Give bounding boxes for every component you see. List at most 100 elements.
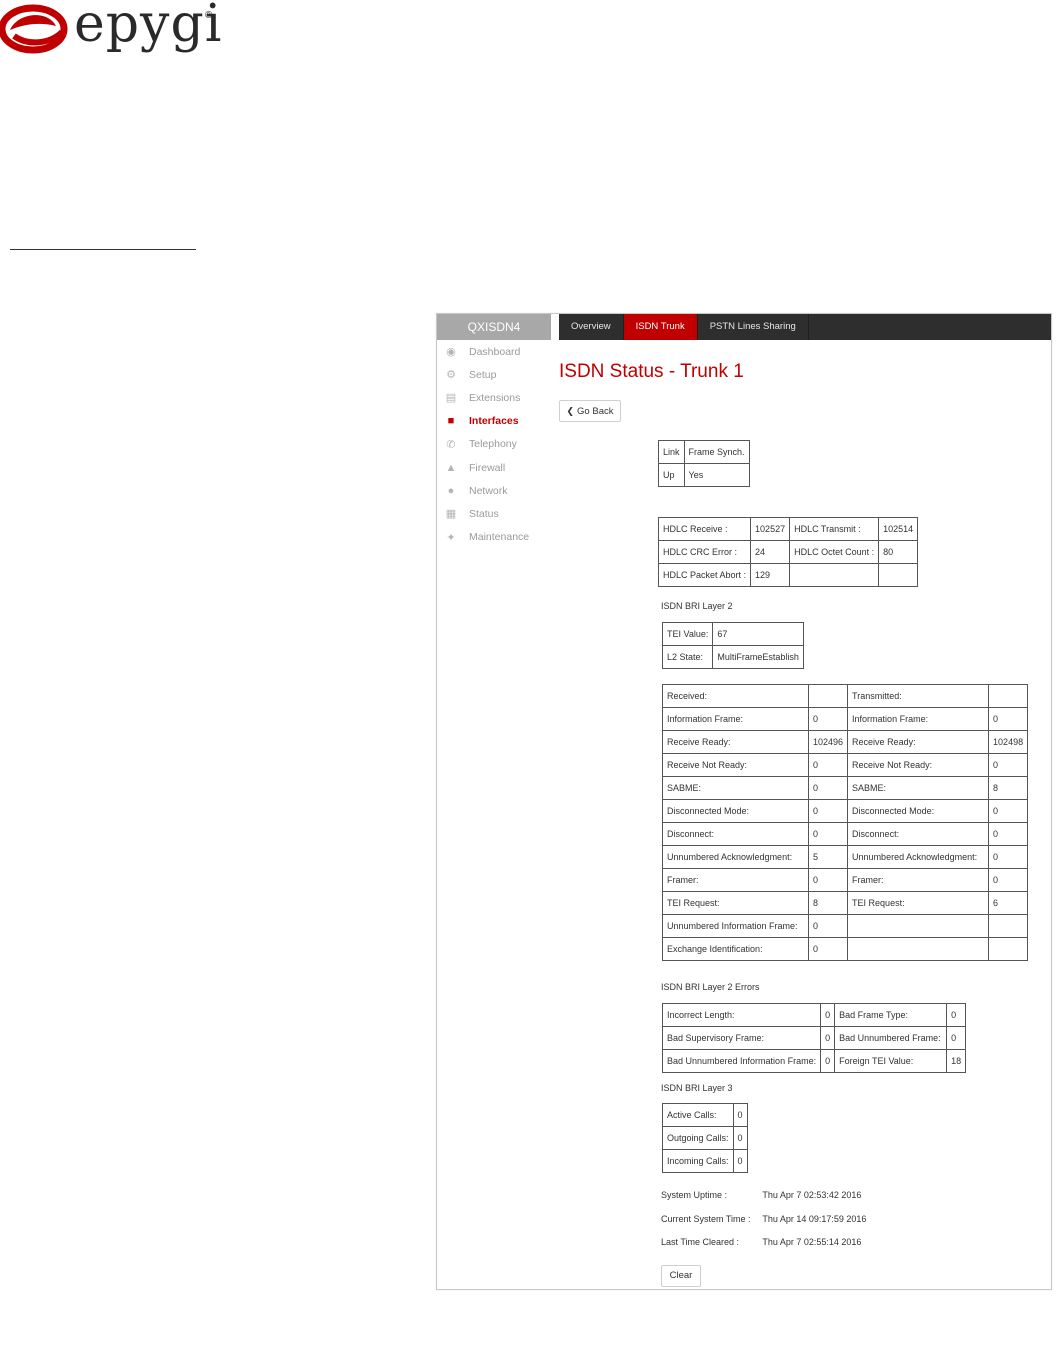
calls-value: 0 [732, 1149, 748, 1173]
transmitted-label: TEI Request: [847, 891, 990, 915]
transmitted-value: 6 [988, 891, 1029, 915]
sidebar-item-firewall[interactable]: ▲ Firewall [437, 456, 559, 479]
sidebar-item-status[interactable]: ▦ Status [437, 502, 559, 525]
table-row: Exchange Identification: 0 [662, 937, 1029, 961]
hdlc-transmit-value: 102514 [878, 517, 919, 541]
last-cleared-row: Last Time Cleared : Thu Apr 7 02:55:14 2… [661, 1237, 861, 1247]
phone-icon: ✆ [446, 438, 456, 451]
table-row: Information Frame: 0 Information Frame: … [662, 707, 1029, 731]
transmitted-value: 0 [988, 707, 1029, 731]
last-cleared-label: Last Time Cleared : [661, 1237, 740, 1247]
layer2-table: TEI Value: 67 L2 State: MultiFrameEstabl… [661, 622, 804, 669]
page-title: ISDN Status - Trunk 1 [559, 361, 744, 382]
go-back-button[interactable]: ❮ Go Back [559, 400, 621, 422]
calls-value: 0 [732, 1103, 748, 1127]
error-value: 0 [820, 1049, 836, 1073]
transmitted-value: 0 [988, 753, 1029, 777]
table-row: Bad Unnumbered Information Frame: 0 Fore… [661, 1049, 967, 1073]
sitemap-icon: ■ [447, 415, 455, 428]
received-value: 0 [807, 937, 849, 961]
tab-pstn-lines-sharing[interactable]: PSTN Lines Sharing [698, 314, 809, 340]
calls-label: Incoming Calls: [662, 1149, 734, 1173]
sidebar-item-interfaces[interactable]: ■ Interfaces [437, 410, 559, 433]
sidebar-item-label: Firewall [469, 461, 506, 474]
transmitted-value: 102498 [988, 730, 1029, 754]
table-row: Outgoing Calls: 0 [662, 1126, 748, 1150]
table-row: Incoming Calls: 0 [662, 1149, 748, 1173]
transmitted-label: Disconnected Mode: [847, 799, 990, 823]
sidebar-item-label: Network [469, 484, 508, 497]
sidebar: ◉ Dashboard ⚙ Setup ▤ Extensions ■ Inter… [437, 340, 559, 549]
sidebar-item-label: Status [469, 507, 499, 520]
transmitted-label: Framer: [847, 868, 990, 892]
error-value: 0 [946, 1026, 967, 1050]
dashboard-icon: ◉ [446, 346, 456, 359]
received-label: SABME: [662, 776, 809, 800]
transmitted-value [988, 937, 1029, 961]
transmitted-value: 0 [988, 845, 1029, 869]
back-arrow-icon: ❮ [566, 405, 575, 416]
received-label: Unnumbered Information Frame: [662, 914, 809, 938]
transmitted-label [847, 914, 990, 938]
registered-mark: ® [205, 10, 213, 21]
l2-state-value: MultiFrameEstablish [712, 645, 804, 669]
hdlc-octet-value: 80 [878, 540, 919, 564]
hdlc-receive-value: 102527 [750, 517, 791, 541]
received-label: Unnumbered Acknowledgment: [662, 845, 809, 869]
link-value: Up [658, 463, 685, 487]
transmitted-label [847, 937, 990, 961]
transmitted-header: Transmitted: [847, 684, 990, 708]
clear-button[interactable]: Clear [661, 1265, 701, 1287]
tab-isdn-trunk[interactable]: ISDN Trunk [623, 314, 698, 340]
divider-line [10, 249, 196, 250]
table-row: TEI Request: 8 TEI Request: 6 [662, 891, 1029, 915]
table-row: Receive Ready: 102496 Receive Ready: 102… [662, 730, 1029, 754]
error-value: 0 [820, 1003, 836, 1027]
transmitted-label: Unnumbered Acknowledgment: [847, 845, 990, 869]
sidebar-item-label: Dashboard [469, 345, 521, 358]
wrench-icon: ✦ [446, 531, 456, 544]
calls-label: Outgoing Calls: [662, 1126, 734, 1150]
received-value: 0 [807, 707, 849, 731]
transmitted-label: Information Frame: [847, 707, 990, 731]
layer2-errors-table: Incorrect Length: 0 Bad Frame Type: 0 Ba… [661, 1003, 967, 1073]
transmitted-value: 8 [988, 776, 1029, 800]
sidebar-item-label: Interfaces [469, 415, 519, 428]
chart-icon: ▦ [445, 508, 457, 521]
last-cleared-value: Thu Apr 7 02:55:14 2016 [762, 1237, 862, 1247]
table-row: Bad Supervisory Frame: 0 Bad Unnumbered … [661, 1026, 967, 1050]
sidebar-item-label: Extensions [469, 391, 521, 404]
link-status-table: Link Frame Synch. Up Yes [658, 440, 750, 487]
error-label: Bad Unnumbered Frame: [834, 1026, 948, 1050]
tei-value: 67 [712, 622, 804, 646]
tei-value-label: TEI Value: [661, 622, 714, 646]
error-label: Bad Supervisory Frame: [661, 1026, 822, 1050]
sidebar-item-setup[interactable]: ⚙ Setup [437, 363, 559, 386]
calls-value: 0 [732, 1126, 748, 1150]
error-label: Bad Frame Type: [834, 1003, 948, 1027]
transmitted-value: 0 [988, 799, 1029, 823]
table-row: Receive Not Ready: 0 Receive Not Ready: … [662, 753, 1029, 777]
layer2-title: ISDN BRI Layer 2 [661, 601, 733, 611]
hdlc-transmit-label: HDLC Transmit : [789, 517, 880, 541]
received-label: Information Frame: [662, 707, 809, 731]
sidebar-item-dashboard[interactable]: ◉ Dashboard [437, 340, 559, 363]
system-uptime-label: System Uptime : [661, 1190, 728, 1200]
sidebar-item-network[interactable]: ● Network [437, 479, 559, 502]
frame-synch-value: Yes [683, 463, 750, 487]
hdlc-abort-value: 129 [750, 563, 791, 587]
received-label: Exchange Identification: [662, 937, 809, 961]
device-name: QXISDN4 [437, 314, 551, 340]
sidebar-item-maintenance[interactable]: ✦ Maintenance [437, 526, 559, 549]
table-row: Disconnected Mode: 0 Disconnected Mode: … [662, 799, 1029, 823]
received-header: Received: [662, 684, 809, 708]
table-row: Unnumbered Acknowledgment: 5 Unnumbered … [662, 845, 1029, 869]
received-label: Receive Not Ready: [662, 753, 809, 777]
sidebar-item-telephony[interactable]: ✆ Telephony [437, 433, 559, 456]
sidebar-item-extensions[interactable]: ▤ Extensions [437, 386, 559, 409]
error-label: Bad Unnumbered Information Frame: [661, 1049, 822, 1073]
isdn-status-window: QXISDN4 ◉ Dashboard ⚙ Setup ▤ Extensions… [436, 313, 1052, 1290]
hdlc-crc-label: HDLC CRC Error : [657, 540, 752, 564]
tab-overview[interactable]: Overview [559, 314, 624, 340]
received-value: 0 [807, 776, 849, 800]
